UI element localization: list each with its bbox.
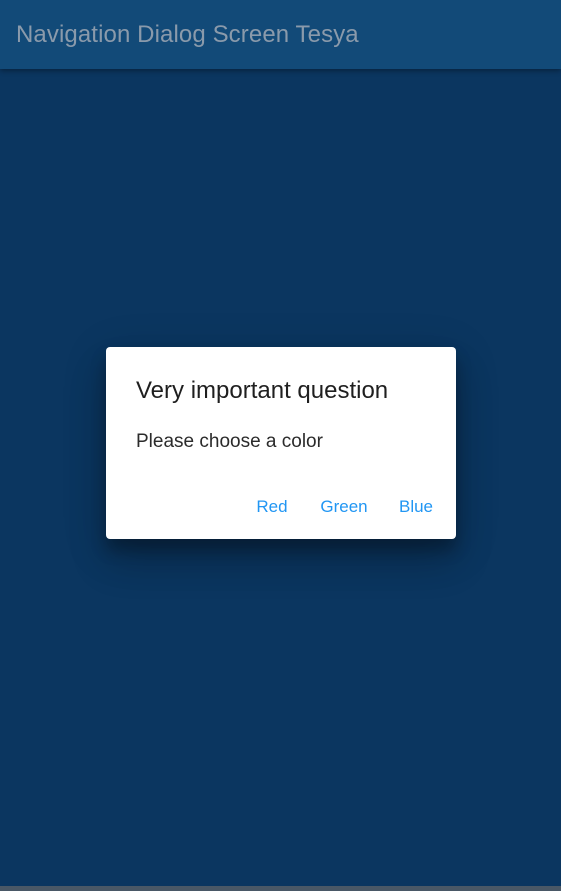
green-button[interactable]: Green [312,483,376,531]
blue-button[interactable]: Blue [384,483,448,531]
dialog-actions: Red Green Blue [240,483,448,531]
app-bar: Navigation Dialog Screen Tesya [0,0,561,69]
app-bar-title: Navigation Dialog Screen Tesya [16,20,359,48]
dialog-message: Please choose a color [136,431,323,452]
color-choice-dialog: Very important question Please choose a … [106,347,456,539]
dialog-title: Very important question [136,377,389,404]
bottom-edge [0,886,561,891]
red-button[interactable]: Red [240,483,304,531]
